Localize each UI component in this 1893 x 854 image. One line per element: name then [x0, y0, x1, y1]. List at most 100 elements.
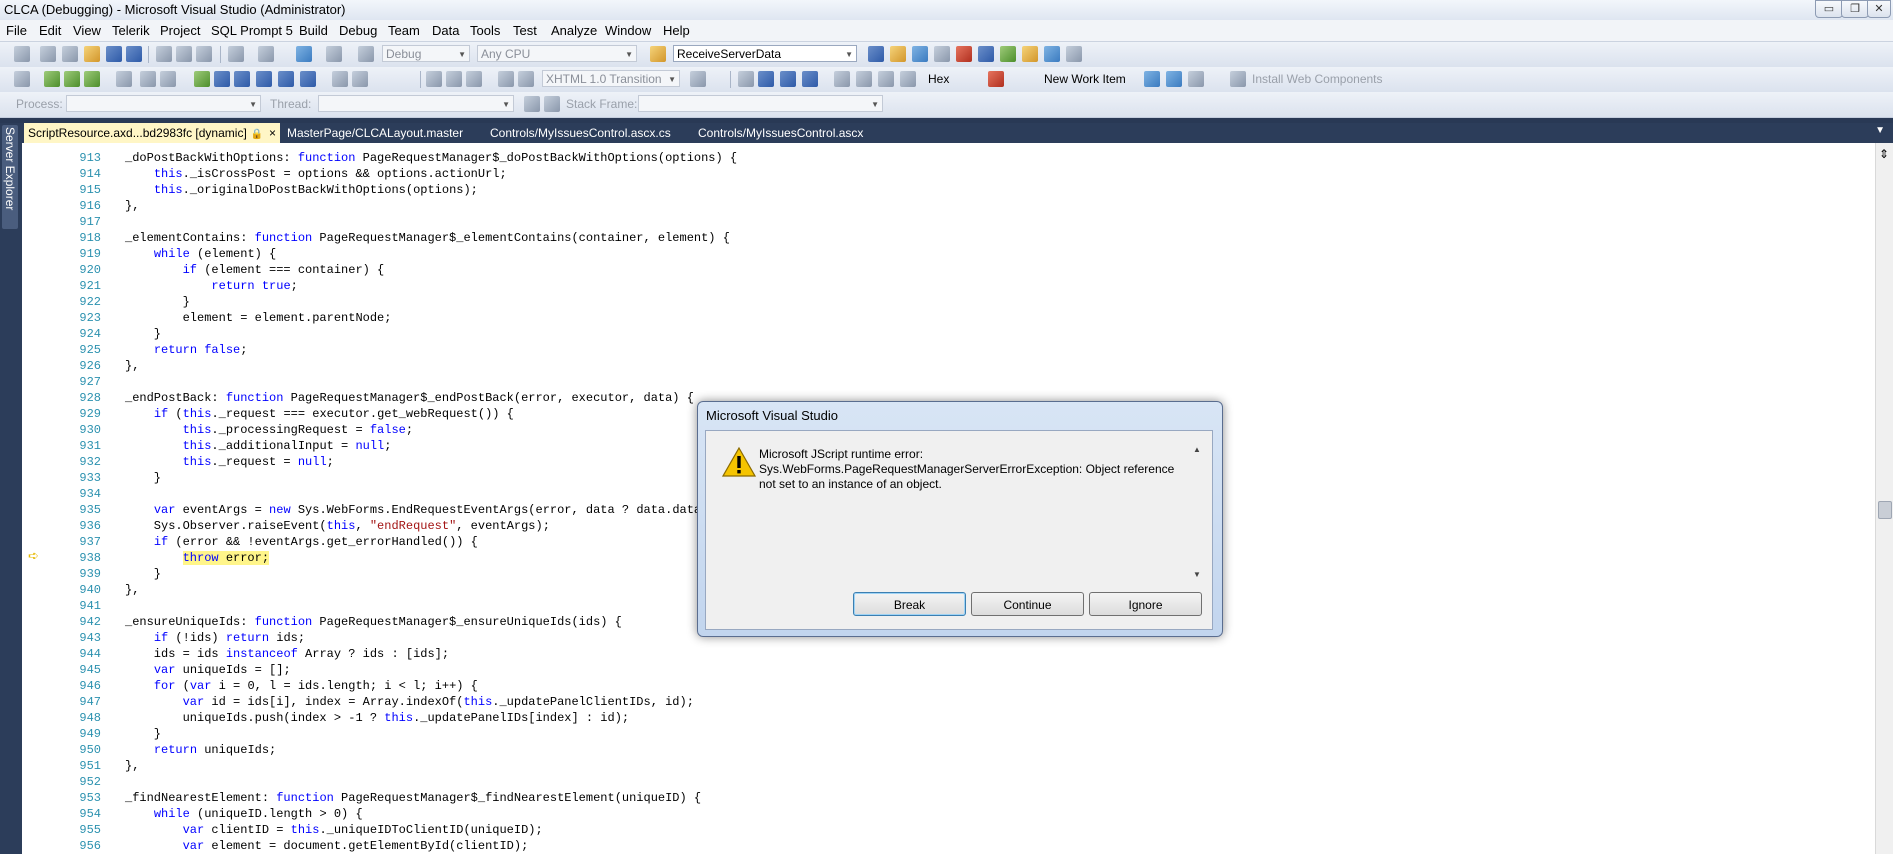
menu-telerik[interactable]: Telerik	[112, 23, 150, 38]
close-icon[interactable]: ×	[269, 123, 276, 143]
menu-window[interactable]: Window	[605, 23, 651, 38]
menu-test[interactable]: Test	[513, 23, 537, 38]
test-results-icon[interactable]	[160, 71, 176, 87]
rename-icon[interactable]	[64, 71, 80, 87]
indent-icon[interactable]	[446, 71, 462, 87]
extension-manager-icon[interactable]	[1044, 46, 1060, 62]
tab-list-dropdown-icon[interactable]: ▼	[1875, 125, 1885, 136]
go-to-work-item-icon[interactable]	[1166, 71, 1182, 87]
team-explorer-icon[interactable]	[978, 46, 994, 62]
stop-debugging-icon[interactable]	[780, 71, 796, 87]
restore-icon[interactable]: ❐	[1841, 0, 1869, 18]
menu-help[interactable]: Help	[663, 23, 690, 38]
editor-vertical-scrollbar[interactable]: ⇕	[1875, 143, 1893, 854]
open-file-icon[interactable]	[84, 46, 100, 62]
tasks-icon[interactable]	[214, 71, 230, 87]
start-page-icon[interactable]	[1022, 46, 1038, 62]
navigate-forward-icon[interactable]	[326, 46, 342, 62]
document-outline-icon[interactable]	[14, 71, 30, 87]
tab-clcalayout-master[interactable]: MasterPage/CLCALayout.master	[283, 123, 473, 143]
toggle-flag-icon[interactable]	[524, 96, 540, 112]
work-item-query-icon[interactable]	[1144, 71, 1160, 87]
debug-tests-icon[interactable]	[140, 71, 156, 87]
step-into-icon[interactable]	[856, 71, 872, 87]
align-icon[interactable]	[352, 71, 368, 87]
refactor-icon[interactable]	[44, 71, 60, 87]
tools-icon[interactable]	[956, 46, 972, 62]
work-item-options-icon[interactable]	[1188, 71, 1204, 87]
thread-combo[interactable]: ▼	[318, 95, 514, 112]
continue-icon[interactable]	[738, 71, 754, 87]
solution-platform-combo[interactable]: Any CPU ▼	[477, 45, 637, 62]
menu-view[interactable]: View	[73, 23, 101, 38]
server-explorer-icon[interactable]	[1000, 46, 1016, 62]
run-tests-icon[interactable]	[116, 71, 132, 87]
find-combo[interactable]: ReceiveServerData ▼	[673, 45, 857, 62]
code-coverage-icon[interactable]	[194, 71, 210, 87]
breakpoint-window-icon[interactable]	[988, 71, 1004, 87]
server-explorer-tab[interactable]: Server Explorer	[2, 125, 18, 229]
save-icon[interactable]	[106, 46, 122, 62]
bookmark-icon[interactable]	[278, 71, 294, 87]
split-window-icon[interactable]: ⇕	[1878, 147, 1890, 161]
copy-icon[interactable]	[176, 46, 192, 62]
message-scrollbar[interactable]: ▲ ▼	[1190, 445, 1204, 579]
indicator-margin[interactable]	[22, 143, 42, 854]
show-next-statement-icon[interactable]	[834, 71, 850, 87]
validation-icon[interactable]	[690, 71, 706, 87]
redo-icon[interactable]	[258, 46, 274, 62]
minimize-icon[interactable]: ▭	[1815, 0, 1843, 18]
show-whitespace-icon[interactable]	[518, 71, 534, 87]
format-icon[interactable]	[332, 71, 348, 87]
menu-sql-prompt[interactable]: SQL Prompt 5	[211, 23, 293, 38]
comment-icon[interactable]	[426, 71, 442, 87]
flag-all-icon[interactable]	[544, 96, 560, 112]
solution-explorer-icon[interactable]	[868, 46, 884, 62]
menu-debug[interactable]: Debug	[339, 23, 377, 38]
tab-myissuescontrol-ascx[interactable]: Controls/MyIssuesControl.ascx	[694, 123, 894, 143]
restart-icon[interactable]	[802, 71, 818, 87]
scrollbar-thumb[interactable]	[1878, 501, 1892, 519]
target-schema-combo[interactable]: XHTML 1.0 Transition ▼	[542, 70, 680, 87]
menu-edit[interactable]: Edit	[39, 23, 61, 38]
step-out-icon[interactable]	[900, 71, 916, 87]
break-button[interactable]: Break	[853, 592, 966, 616]
step-over-icon[interactable]	[878, 71, 894, 87]
outdent-icon[interactable]	[466, 71, 482, 87]
break-all-icon[interactable]	[758, 71, 774, 87]
new-work-item-button[interactable]: New Work Item	[1044, 72, 1126, 86]
save-all-icon[interactable]	[126, 46, 142, 62]
stack-frame-combo[interactable]: ▼	[638, 95, 883, 112]
cut-icon[interactable]	[156, 46, 172, 62]
close-icon[interactable]: ✕	[1867, 0, 1891, 18]
tab-scriptresource[interactable]: ScriptResource.axd...bd2983fc [dynamic] 🔒…	[24, 123, 280, 143]
menu-tools[interactable]: Tools	[470, 23, 500, 38]
ignore-button[interactable]: Ignore	[1089, 592, 1202, 616]
list-view-icon[interactable]	[234, 71, 250, 87]
add-item-icon[interactable]	[40, 46, 56, 62]
menu-analyze[interactable]: Analyze	[551, 23, 597, 38]
process-combo[interactable]: ▼	[66, 95, 261, 112]
toolbar-options-icon[interactable]	[1066, 46, 1082, 62]
object-browser-icon[interactable]	[912, 46, 928, 62]
toolbox-icon[interactable]	[934, 46, 950, 62]
properties-icon[interactable]	[890, 46, 906, 62]
breakpoints-icon[interactable]	[300, 71, 316, 87]
menu-team[interactable]: Team	[388, 23, 420, 38]
solution-configuration-combo[interactable]: Debug ▼	[382, 45, 470, 62]
install-web-components-button[interactable]: Install Web Components	[1252, 72, 1383, 86]
scroll-down-icon[interactable]: ▼	[1193, 570, 1201, 579]
table-icon[interactable]	[256, 71, 272, 87]
menu-project[interactable]: Project	[160, 23, 200, 38]
navigate-backward-icon[interactable]	[296, 46, 312, 62]
menu-file[interactable]: File	[6, 23, 27, 38]
tab-myissuescontrol-cs[interactable]: Controls/MyIssuesControl.ascx.cs	[486, 123, 686, 143]
word-wrap-icon[interactable]	[498, 71, 514, 87]
extract-icon[interactable]	[84, 71, 100, 87]
add-new-item-icon[interactable]	[62, 46, 78, 62]
menu-build[interactable]: Build	[299, 23, 328, 38]
start-debugging-icon[interactable]	[358, 46, 374, 62]
menu-data[interactable]: Data	[432, 23, 459, 38]
undo-icon[interactable]	[228, 46, 244, 62]
hex-display-button[interactable]: Hex	[928, 72, 949, 86]
